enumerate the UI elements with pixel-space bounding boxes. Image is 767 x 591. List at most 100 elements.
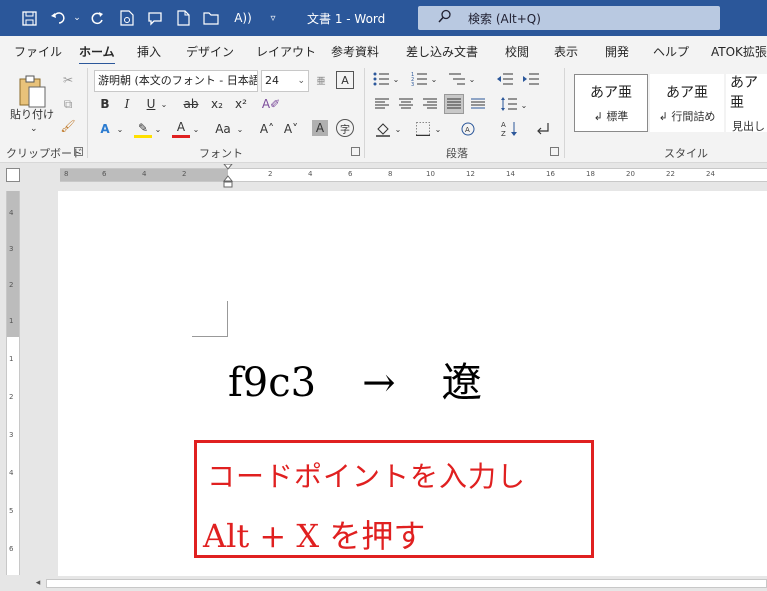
tab-home[interactable]: ホーム: [79, 43, 115, 66]
font-color-button[interactable]: A: [172, 119, 190, 138]
asian-layout-icon[interactable]: A: [458, 120, 478, 138]
scroll-left-icon[interactable]: ◂: [32, 577, 44, 589]
customize-qat-icon[interactable]: ▿: [262, 7, 284, 29]
ruler-tick: 4: [308, 170, 313, 178]
highlight-dropdown-icon[interactable]: ⌄: [154, 123, 162, 135]
font-launcher-icon[interactable]: [351, 147, 360, 156]
ruler-tick: 12: [466, 170, 475, 178]
paragraph-launcher-icon[interactable]: [550, 147, 559, 156]
shrink-font-button[interactable]: A˅: [282, 120, 300, 138]
show-marks-icon[interactable]: [534, 120, 552, 138]
redo-icon[interactable]: [86, 7, 108, 29]
borders-dropdown-icon[interactable]: ⌄: [434, 123, 442, 135]
ruler-tick: 4: [9, 209, 14, 217]
vertical-ruler[interactable]: 4 3 2 1 1 2 3 4 5 6: [6, 191, 20, 575]
text-effects-dropdown-icon[interactable]: ⌄: [116, 123, 124, 135]
horizontal-ruler[interactable]: 8 6 4 2 2 4 6 8 10 12 14 16 18 20 22 24: [60, 168, 767, 182]
numbering-icon[interactable]: 123: [410, 70, 428, 88]
ruby-icon[interactable]: 亜: [313, 70, 329, 90]
copy-icon[interactable]: ⧉: [60, 96, 76, 112]
decrease-indent-icon[interactable]: [496, 70, 514, 88]
tab-help[interactable]: ヘルプ: [653, 43, 689, 60]
char-border-icon[interactable]: A: [336, 71, 354, 89]
undo-dropdown-icon[interactable]: ⌄: [66, 7, 88, 29]
tab-selector[interactable]: [6, 168, 20, 182]
bullets-icon[interactable]: [372, 70, 390, 88]
tab-mailings[interactable]: 差し込み文書: [406, 43, 478, 60]
strikethrough-button[interactable]: ab: [182, 95, 200, 113]
ribbon-tabs: ファイル ホーム 挿入 デザイン レイアウト 参考資料 差し込み文書 校閲 表示…: [0, 36, 767, 66]
save-icon[interactable]: [18, 7, 40, 29]
shading-icon[interactable]: [374, 120, 392, 138]
tab-review[interactable]: 校閲: [505, 43, 529, 60]
tab-references[interactable]: 参考資料: [331, 43, 379, 60]
line-spacing-icon[interactable]: [500, 96, 518, 112]
paste-dropdown-icon[interactable]: ⌄: [30, 124, 38, 134]
search-box[interactable]: 検索 (Alt+Q): [418, 6, 720, 30]
ruler-tick: 10: [426, 170, 435, 178]
subscript-button[interactable]: x₂: [208, 95, 226, 113]
tab-insert[interactable]: 挿入: [137, 43, 161, 60]
tab-developer[interactable]: 開発: [605, 43, 629, 60]
print-preview-icon[interactable]: [116, 7, 138, 29]
format-painter-icon[interactable]: 🖌: [60, 118, 76, 134]
underline-dropdown-icon[interactable]: ⌄: [160, 98, 168, 110]
highlight-button[interactable]: ✎: [134, 120, 152, 138]
multilevel-list-icon[interactable]: [448, 70, 466, 88]
text-effects-button[interactable]: A: [96, 120, 114, 138]
align-right-icon[interactable]: [422, 96, 438, 112]
clear-formatting-icon[interactable]: A✐: [262, 95, 280, 113]
font-color-dropdown-icon[interactable]: ⌄: [192, 123, 200, 135]
cut-icon[interactable]: ✂: [60, 72, 76, 88]
line-spacing-dropdown-icon[interactable]: ⌄: [520, 99, 528, 111]
borders-icon[interactable]: [414, 120, 432, 138]
align-center-icon[interactable]: [398, 96, 414, 112]
svg-text:A: A: [501, 121, 506, 129]
indent-markers[interactable]: [222, 163, 234, 188]
style-normal[interactable]: あア亜 ↲ 標準: [574, 74, 648, 132]
superscript-button[interactable]: x²: [232, 95, 250, 113]
change-case-dropdown-icon[interactable]: ⌄: [236, 123, 244, 135]
ruler-tick: 8: [64, 170, 69, 178]
style-sample: あア亜: [666, 85, 708, 101]
paste-button[interactable]: 貼り付け: [10, 106, 54, 122]
style-name: ↲ 行間詰め: [658, 110, 716, 123]
grow-font-button[interactable]: A˄: [258, 120, 276, 138]
font-name-combo[interactable]: 游明朝 (本文のフォント - 日本語) ⌄: [94, 70, 258, 92]
style-no-spacing[interactable]: あア亜 ↲ 行間詰め: [650, 74, 724, 132]
enclose-char-button[interactable]: 字: [336, 119, 354, 137]
multilevel-dropdown-icon[interactable]: ⌄: [468, 73, 476, 85]
shading-dropdown-icon[interactable]: ⌄: [394, 123, 402, 135]
char-shading-button[interactable]: A: [312, 120, 328, 136]
ruler-tick: 1: [9, 355, 14, 363]
underline-button[interactable]: U: [144, 95, 158, 113]
style-heading[interactable]: あア亜 見出し: [726, 74, 767, 132]
font-size-combo[interactable]: 24 ⌄: [261, 70, 309, 92]
ruler-tick: 6: [348, 170, 353, 178]
document-text-line[interactable]: f9c3 → 遼: [228, 350, 482, 408]
comment-icon[interactable]: [144, 7, 166, 29]
tab-design[interactable]: デザイン: [186, 43, 234, 60]
justify-icon[interactable]: [444, 94, 464, 114]
open-folder-icon[interactable]: [200, 7, 222, 29]
ruler-tick: 2: [268, 170, 273, 178]
change-case-button[interactable]: Aa: [212, 120, 234, 138]
italic-button[interactable]: I: [120, 95, 134, 113]
align-left-icon[interactable]: [374, 96, 390, 112]
sort-icon[interactable]: AZ: [500, 119, 520, 139]
bold-button[interactable]: B: [98, 95, 112, 113]
tab-view[interactable]: 表示: [554, 43, 578, 60]
read-aloud-icon[interactable]: A)): [232, 7, 254, 29]
new-document-icon[interactable]: [172, 7, 194, 29]
tab-file[interactable]: ファイル: [14, 43, 62, 60]
bullets-dropdown-icon[interactable]: ⌄: [392, 73, 400, 85]
tab-layout[interactable]: レイアウト: [256, 43, 316, 60]
horizontal-scrollbar[interactable]: ◂: [0, 576, 767, 591]
numbering-dropdown-icon[interactable]: ⌄: [430, 73, 438, 85]
group-separator: [564, 68, 565, 158]
scroll-track[interactable]: [46, 579, 767, 588]
tab-atok[interactable]: ATOK拡張: [711, 43, 767, 60]
increase-indent-icon[interactable]: [522, 70, 540, 88]
clipboard-launcher-icon[interactable]: [74, 147, 83, 156]
distributed-icon[interactable]: [470, 96, 486, 112]
